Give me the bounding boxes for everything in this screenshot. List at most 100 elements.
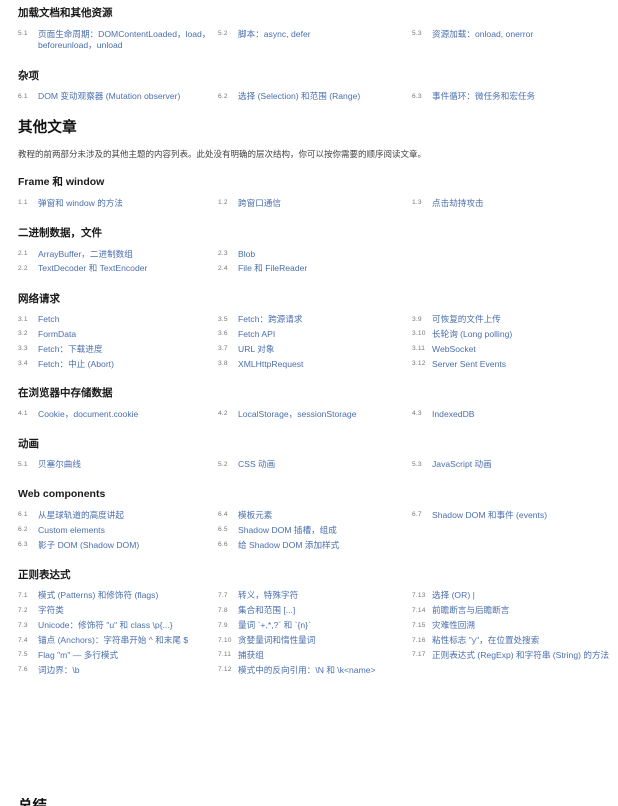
list-item[interactable]: 3.8 XMLHttpRequest [218,359,410,371]
list-item[interactable]: 1.1 弹窗和 window 的方法 [18,198,214,210]
article-link[interactable]: WebSocket [432,344,476,354]
list-item[interactable]: 6.1 DOM 变动观察器 (Mutation observer) [18,91,214,103]
list-item[interactable]: 5.1 页面生命周期：DOMContentLoaded，load，beforeun… [18,29,214,53]
list-item[interactable]: 3.7 URL 对象 [218,344,410,356]
list-item[interactable]: 3.10 长轮询 (Long polling) [412,329,612,341]
article-link[interactable]: CSS 动画 [238,459,275,469]
article-link[interactable]: 资源加载：onload, onerror [432,29,533,39]
article-link[interactable]: 贪婪量词和惰性量词 [238,635,315,645]
article-link[interactable]: Fetch：中止 (Abort) [38,359,114,369]
article-link[interactable]: 前瞻断言与后瞻断言 [432,605,509,615]
list-item[interactable]: 7.11 捕获组 [218,650,410,662]
list-item[interactable]: 4.3 IndexedDB [412,409,612,421]
list-item[interactable]: 6.7 Shadow DOM 和事件 (events) [412,510,612,522]
article-link[interactable]: 点击劫持攻击 [432,198,484,208]
article-link[interactable]: 锚点 (Anchors)：字符串开始 ^ 和末尾 $ [38,635,188,645]
list-item[interactable]: 5.3 JavaScript 动画 [412,459,612,471]
list-item[interactable]: 3.5 Fetch：跨源请求 [218,314,410,326]
article-link[interactable]: 长轮询 (Long polling) [432,329,512,339]
list-item[interactable]: 7.5 Flag "m" — 多行模式 [18,650,214,662]
list-item[interactable]: 5.1 贝塞尔曲线 [18,459,214,471]
list-item[interactable]: 7.1 模式 (Patterns) 和修饰符 (flags) [18,590,214,602]
list-item[interactable]: 7.16 粘性标志 "y"，在位置处搜索 [412,635,612,647]
list-item[interactable]: 3.12 Server Sent Events [412,359,612,371]
list-item[interactable]: 7.6 词边界：\b [18,665,214,677]
article-link[interactable]: 词边界：\b [38,665,80,675]
article-link[interactable]: 事件循环：微任务和宏任务 [432,91,535,101]
list-item[interactable]: 6.3 事件循环：微任务和宏任务 [412,91,612,103]
article-link[interactable]: 灾难性回溯 [432,620,475,630]
article-link[interactable]: 字符类 [38,605,64,615]
list-item[interactable]: 7.12 模式中的反向引用：\N 和 \k<name> [218,665,410,677]
list-item[interactable]: 2.1 ArrayBuffer，二进制数组 [18,249,214,261]
list-item[interactable]: 5.3 资源加载：onload, onerror [412,29,612,41]
list-item[interactable]: 6.3 影子 DOM (Shadow DOM) [18,540,214,552]
article-link[interactable]: URL 对象 [238,344,274,354]
article-link[interactable]: DOM 变动观察器 (Mutation observer) [38,91,180,101]
list-item[interactable]: 7.14 前瞻断言与后瞻断言 [412,605,612,617]
article-link[interactable]: Fetch API [238,329,275,339]
list-item[interactable]: 7.17 正则表达式 (RegExp) 和字符串 (String) 的方法 [412,650,612,662]
article-link[interactable]: 转义，特殊字符 [238,590,298,600]
list-item[interactable]: 3.11 WebSocket [412,344,612,356]
list-item[interactable]: 3.1 Fetch [18,314,214,326]
list-item[interactable]: 5.2 脚本：async, defer [218,29,410,41]
article-link[interactable]: Flag "m" — 多行模式 [38,650,118,660]
article-link[interactable]: Fetch：跨源请求 [238,314,302,324]
article-link[interactable]: 跨窗口通信 [238,198,281,208]
list-item[interactable]: 3.6 Fetch API [218,329,410,341]
article-link[interactable]: 选择 (Selection) 和范围 (Range) [238,91,360,101]
list-item[interactable]: 3.9 可恢复的文件上传 [412,314,612,326]
article-link[interactable]: 影子 DOM (Shadow DOM) [38,540,139,550]
list-item[interactable]: 2.2 TextDecoder 和 TextEncoder [18,263,214,275]
article-link[interactable]: Fetch：下载进度 [38,344,102,354]
article-link[interactable]: IndexedDB [432,409,475,419]
article-link[interactable]: 捕获组 [238,650,264,660]
article-link[interactable]: 脚本：async, defer [238,29,311,39]
list-item[interactable]: 6.2 Custom elements [18,525,214,537]
article-link[interactable]: 集合和范围 [...] [238,605,295,615]
list-item[interactable]: 6.2 选择 (Selection) 和范围 (Range) [218,91,410,103]
article-link[interactable]: Server Sent Events [432,359,506,369]
list-item[interactable]: 1.3 点击劫持攻击 [412,198,612,210]
article-link[interactable]: 给 Shadow DOM 添加样式 [238,540,339,550]
article-link[interactable]: 页面生命周期：DOMContentLoaded，load，beforeunloa… [38,29,210,51]
list-item[interactable]: 1.2 跨窗口通信 [218,198,410,210]
article-link[interactable]: Unicode：修饰符 "u" 和 class \p{...} [38,620,173,630]
article-link[interactable]: 选择 (OR) | [432,590,475,600]
list-item[interactable]: 7.8 集合和范围 [...] [218,605,410,617]
article-link[interactable]: Custom elements [38,525,105,535]
list-item[interactable]: 7.2 字符类 [18,605,214,617]
article-link[interactable]: 模板元素 [238,510,272,520]
article-link[interactable]: 粘性标志 "y"，在位置处搜索 [432,635,539,645]
list-item[interactable]: 6.6 给 Shadow DOM 添加样式 [218,540,410,552]
article-link[interactable]: Cookie，document.cookie [38,409,138,419]
article-link[interactable]: Blob [238,249,255,259]
list-item[interactable]: 7.4 锚点 (Anchors)：字符串开始 ^ 和末尾 $ [18,635,214,647]
article-link[interactable]: Fetch [38,314,60,324]
article-link[interactable]: 正则表达式 (RegExp) 和字符串 (String) 的方法 [432,650,609,660]
list-item[interactable]: 6.4 模板元素 [218,510,410,522]
article-link[interactable]: TextDecoder 和 TextEncoder [38,263,147,273]
list-item[interactable]: 7.3 Unicode：修饰符 "u" 和 class \p{...} [18,620,214,632]
article-link[interactable]: FormData [38,329,76,339]
article-link[interactable]: 量词 `+,*,?` 和 `{n}` [238,620,311,630]
list-item[interactable]: 3.3 Fetch：下载进度 [18,344,214,356]
list-item[interactable]: 7.15 灾难性回溯 [412,620,612,632]
article-link[interactable]: 可恢复的文件上传 [432,314,501,324]
article-link[interactable]: File 和 FileReader [238,263,307,273]
article-link[interactable]: Shadow DOM 和事件 (events) [432,510,547,520]
list-item[interactable]: 7.13 选择 (OR) | [412,590,612,602]
article-link[interactable]: 模式中的反向引用：\N 和 \k<name> [238,665,376,675]
list-item[interactable]: 2.3 Blob [218,249,410,261]
list-item[interactable]: 7.10 贪婪量词和惰性量词 [218,635,410,647]
list-item[interactable]: 5.2 CSS 动画 [218,459,410,471]
list-item[interactable]: 7.7 转义，特殊字符 [218,590,410,602]
article-link[interactable]: LocalStorage，sessionStorage [238,409,356,419]
article-link[interactable]: 模式 (Patterns) 和修饰符 (flags) [38,590,158,600]
article-link[interactable]: 贝塞尔曲线 [38,459,81,469]
article-link[interactable]: ArrayBuffer，二进制数组 [38,249,133,259]
list-item[interactable]: 4.1 Cookie，document.cookie [18,409,214,421]
article-link[interactable]: JavaScript 动画 [432,459,492,469]
article-link[interactable]: 弹窗和 window 的方法 [38,198,123,208]
